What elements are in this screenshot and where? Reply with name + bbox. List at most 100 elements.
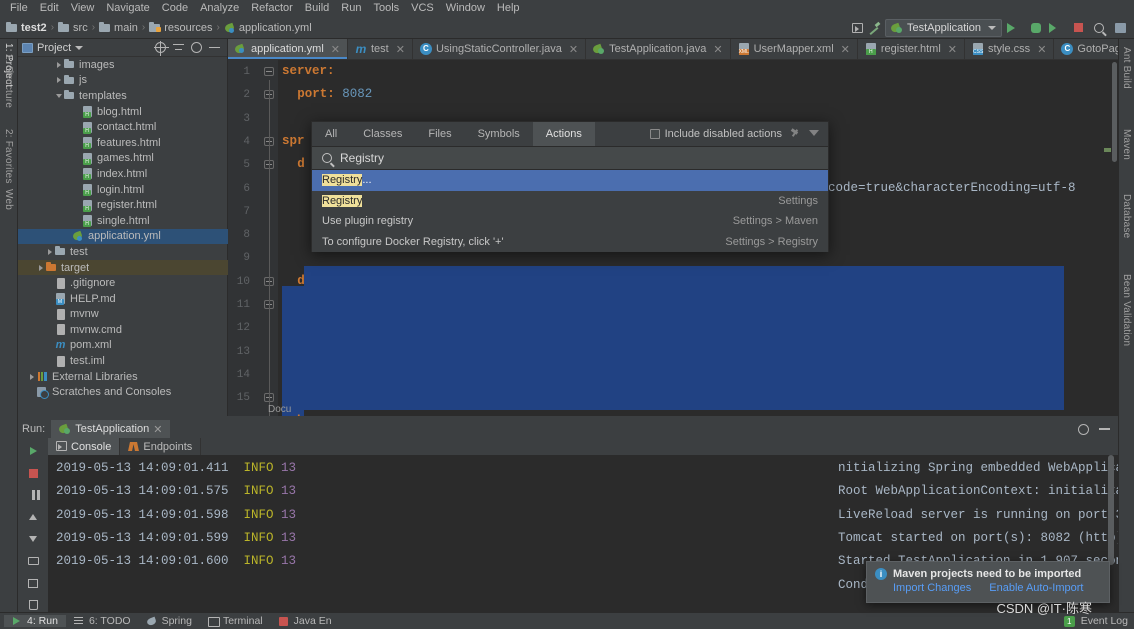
editor-tabs[interactable]: application.yml ✕ m test ✕ C UsingStaticContro… (228, 39, 1118, 60)
menu-item-view[interactable]: View (65, 0, 101, 17)
expand-arrow-icon[interactable] (54, 57, 63, 72)
search-result-item[interactable]: Use plugin registry Settings > Maven (312, 211, 828, 232)
pause-icon[interactable] (24, 486, 42, 504)
close-icon[interactable]: ✕ (841, 43, 850, 56)
tree-item--gitignore[interactable]: .gitignore (18, 275, 228, 291)
editor-tab-register-html[interactable]: register.html ✕ (858, 39, 965, 59)
search-tab-classes[interactable]: Classes (350, 122, 415, 146)
project-tree[interactable]: images js templates blog.html contact.html fe… (18, 57, 228, 416)
menu-item-navigate[interactable]: Navigate (100, 0, 155, 17)
search-result-item[interactable]: Registry Settings (312, 191, 828, 212)
run-configuration-selector[interactable]: TestApplication (885, 18, 1002, 37)
expand-arrow-icon[interactable] (45, 244, 54, 259)
expand-arrow-icon[interactable] (54, 73, 63, 88)
close-icon[interactable]: ✕ (1037, 43, 1046, 56)
close-icon[interactable]: ✕ (396, 43, 405, 56)
run-panel-tabs[interactable]: Console Endpoints (48, 438, 202, 455)
tree-item-contact-html[interactable]: contact.html (18, 119, 228, 135)
tree-item-scratches-and-consoles[interactable]: Scratches and Consoles (18, 384, 228, 400)
search-result-item[interactable]: Registry... (312, 170, 828, 191)
tree-item-login-html[interactable]: login.html (18, 182, 228, 198)
gear-icon[interactable] (1078, 423, 1089, 435)
tree-item-target[interactable]: target (18, 259, 228, 276)
sidebar-item-maven[interactable]: Maven (1121, 129, 1132, 160)
filter-icon[interactable] (809, 129, 820, 139)
tree-item-single-html[interactable]: single.html (18, 213, 228, 229)
tree-item-test[interactable]: test (18, 244, 228, 260)
checkbox-icon[interactable] (649, 129, 660, 139)
tree-item-mvnw[interactable]: mvnw (18, 307, 228, 323)
tree-item-js[interactable]: js (18, 73, 228, 89)
tree-item-blog-html[interactable]: blog.html (18, 104, 228, 120)
editor-tab-usermapper-xml[interactable]: UserMapper.xml ✕ (731, 39, 858, 59)
hide-panel-icon[interactable] (1099, 428, 1110, 430)
search-result-item[interactable]: To configure Docker Registry, click '+' S… (312, 232, 828, 253)
pin-icon[interactable] (790, 129, 801, 140)
search-tab-actions[interactable]: Actions (532, 122, 595, 146)
close-icon[interactable]: ✕ (948, 43, 957, 56)
run-tab-endpoints[interactable]: Endpoints (120, 438, 202, 455)
menu-item-file[interactable]: File (4, 0, 34, 17)
tree-item-register-html[interactable]: register.html (18, 197, 228, 213)
status-item-terminal[interactable]: Terminal (200, 615, 271, 627)
sidebar-item-bean-validation[interactable]: Bean Validation (1121, 274, 1132, 346)
menu-item-run[interactable]: Run (335, 0, 367, 17)
chevron-down-icon[interactable] (75, 45, 84, 50)
menu-item-code[interactable]: Code (156, 0, 194, 17)
editor-tab-test[interactable]: m test ✕ (348, 39, 413, 59)
search-input[interactable]: Registry (340, 151, 384, 165)
run-tab-console[interactable]: Console (48, 438, 121, 455)
sidebar-item-ant-build[interactable]: Ant Build (1121, 47, 1132, 89)
tree-item-test-iml[interactable]: test.iml (18, 353, 228, 369)
close-icon[interactable]: ✕ (569, 43, 578, 56)
editor-tab-application-yml[interactable]: application.yml ✕ (228, 39, 348, 59)
down-icon[interactable] (24, 530, 42, 548)
sidebar-item-favorites[interactable]: 2: Favorites (3, 129, 14, 184)
search-everywhere-tabs[interactable]: All Classes Files Symbols Actions Include di… (312, 122, 828, 147)
build-hammer-icon[interactable] (868, 22, 880, 34)
collapse-arrow-icon[interactable] (54, 88, 63, 103)
close-icon[interactable]: ✕ (331, 43, 340, 56)
collapse-all-icon[interactable] (173, 42, 184, 53)
tree-item-mvnw-cmd[interactable]: mvnw.cmd (18, 322, 228, 338)
sidebar-item-structure[interactable]: 2: Structure (3, 54, 14, 108)
menu-item-window[interactable]: Window (440, 0, 491, 17)
expand-arrow-icon[interactable] (27, 369, 36, 384)
run-with-coverage-icon[interactable] (1049, 20, 1065, 36)
tree-item-external-libraries[interactable]: External Libraries (18, 369, 228, 385)
run-config-tab[interactable]: TestApplication ✕ (51, 420, 171, 438)
gear-icon[interactable] (191, 42, 202, 53)
enable-auto-import-link[interactable]: Enable Auto-Import (989, 582, 1083, 594)
status-item-spring[interactable]: Spring (139, 615, 200, 627)
breadcrumb-item-resources[interactable]: resources (149, 22, 213, 34)
tree-item-help-md[interactable]: HELP.md (18, 291, 228, 307)
up-icon[interactable] (24, 508, 42, 526)
editor-scrollbar[interactable] (1112, 62, 1117, 162)
window-icon[interactable] (852, 22, 863, 33)
menu-item-build[interactable]: Build (299, 0, 335, 17)
breadcrumb-item-test2[interactable]: test2 (6, 22, 47, 34)
tree-item-pom-xml[interactable]: m pom.xml (18, 338, 228, 354)
stop-icon[interactable] (24, 464, 42, 482)
tree-item-features-html[interactable]: features.html (18, 135, 228, 151)
tree-item-application-yml[interactable]: application.yml (18, 228, 228, 245)
editor-tab-testapplication-java[interactable]: TestApplication.java ✕ (586, 39, 731, 59)
search-tab-symbols[interactable]: Symbols (465, 122, 533, 146)
sidebar-item-web[interactable]: Web (3, 189, 14, 210)
sidebar-item-database[interactable]: Database (1121, 194, 1132, 238)
print-icon[interactable] (24, 574, 42, 592)
search-everywhere-results[interactable]: Registry... Registry Settings Use plugin re… (312, 170, 828, 252)
project-structure-icon[interactable] (1112, 20, 1128, 36)
search-icon[interactable] (1091, 20, 1107, 36)
status-item-java-en[interactable]: Java En (271, 615, 340, 627)
status-item-6--todo[interactable]: 6: TODO (66, 615, 139, 627)
include-disabled-actions-checkbox[interactable]: Include disabled actions (649, 128, 782, 140)
maven-import-notification[interactable]: i Maven projects need to be imported Imp… (866, 561, 1110, 603)
menu-item-vcs[interactable]: VCS (405, 0, 440, 17)
hide-panel-icon[interactable] (209, 46, 220, 49)
close-icon[interactable]: ✕ (153, 423, 162, 436)
expand-arrow-icon[interactable] (36, 260, 45, 275)
search-everywhere-dialog[interactable]: All Classes Files Symbols Actions Include di… (311, 121, 829, 252)
menu-item-edit[interactable]: Edit (34, 0, 65, 17)
search-everywhere-search-row[interactable]: Registry (312, 147, 828, 170)
